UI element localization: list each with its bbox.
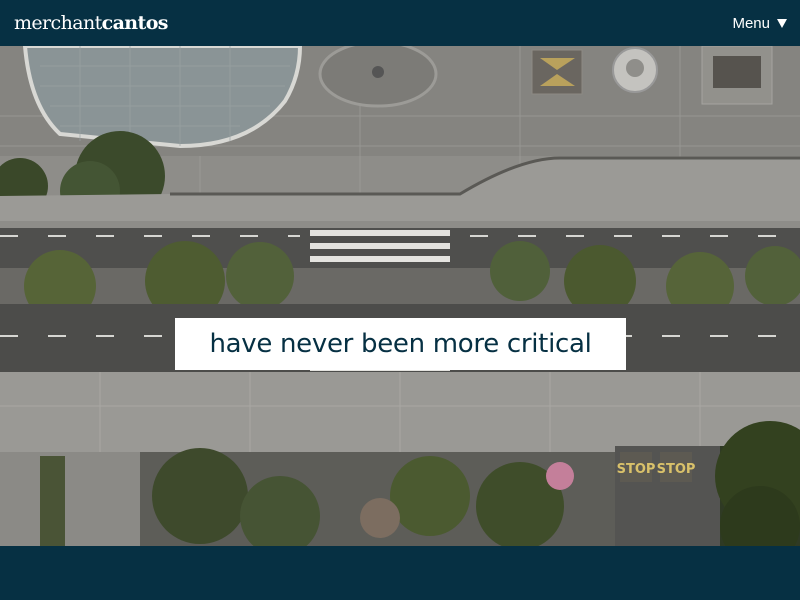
- footer-bar: [0, 546, 800, 600]
- stop-marking-2: STOP: [657, 462, 696, 477]
- logo-text-light: merchant: [14, 12, 102, 34]
- site-header: merchantcantos Menu: [0, 0, 800, 46]
- caret-down-icon: [777, 18, 787, 28]
- hero-aerial-video: STOP STOP have never been more critical: [0, 46, 800, 546]
- aerial-street-image: STOP STOP: [0, 46, 800, 546]
- menu-label: Menu: [732, 14, 770, 32]
- menu-button[interactable]: Menu: [732, 15, 787, 32]
- logo-text-bold: cantos: [101, 12, 169, 34]
- site-logo[interactable]: merchantcantos: [14, 12, 168, 34]
- hero-caption: have never been more critical: [175, 318, 626, 370]
- stop-marking-1: STOP: [617, 462, 656, 477]
